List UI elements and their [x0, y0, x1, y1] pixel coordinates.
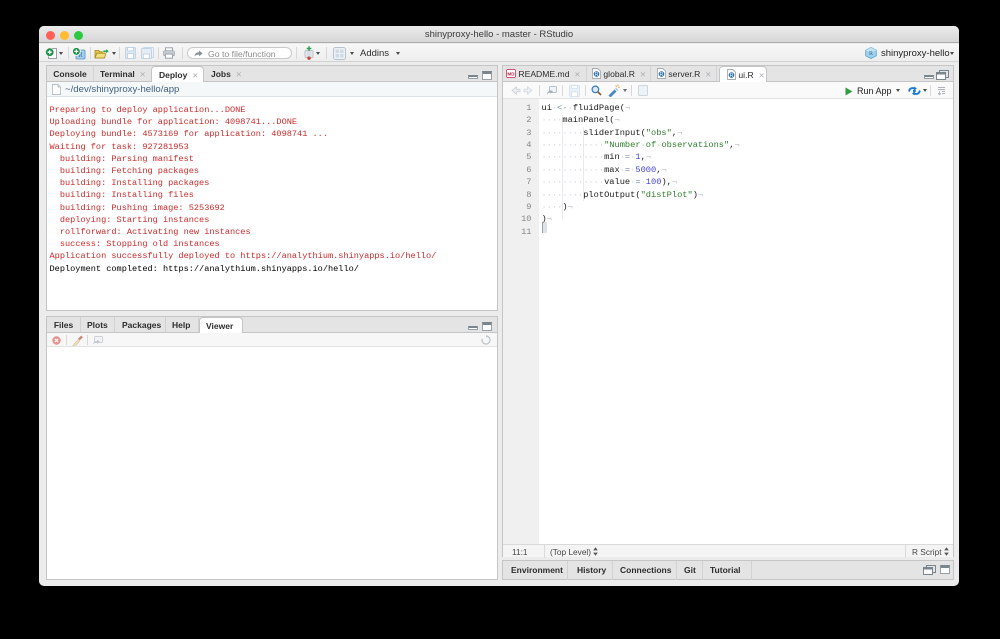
svg-text:R: R — [869, 51, 873, 57]
svg-text:MD: MD — [507, 71, 515, 76]
svg-text:R: R — [595, 72, 599, 78]
svg-text:R: R — [660, 72, 664, 78]
svg-text:R: R — [730, 73, 734, 79]
